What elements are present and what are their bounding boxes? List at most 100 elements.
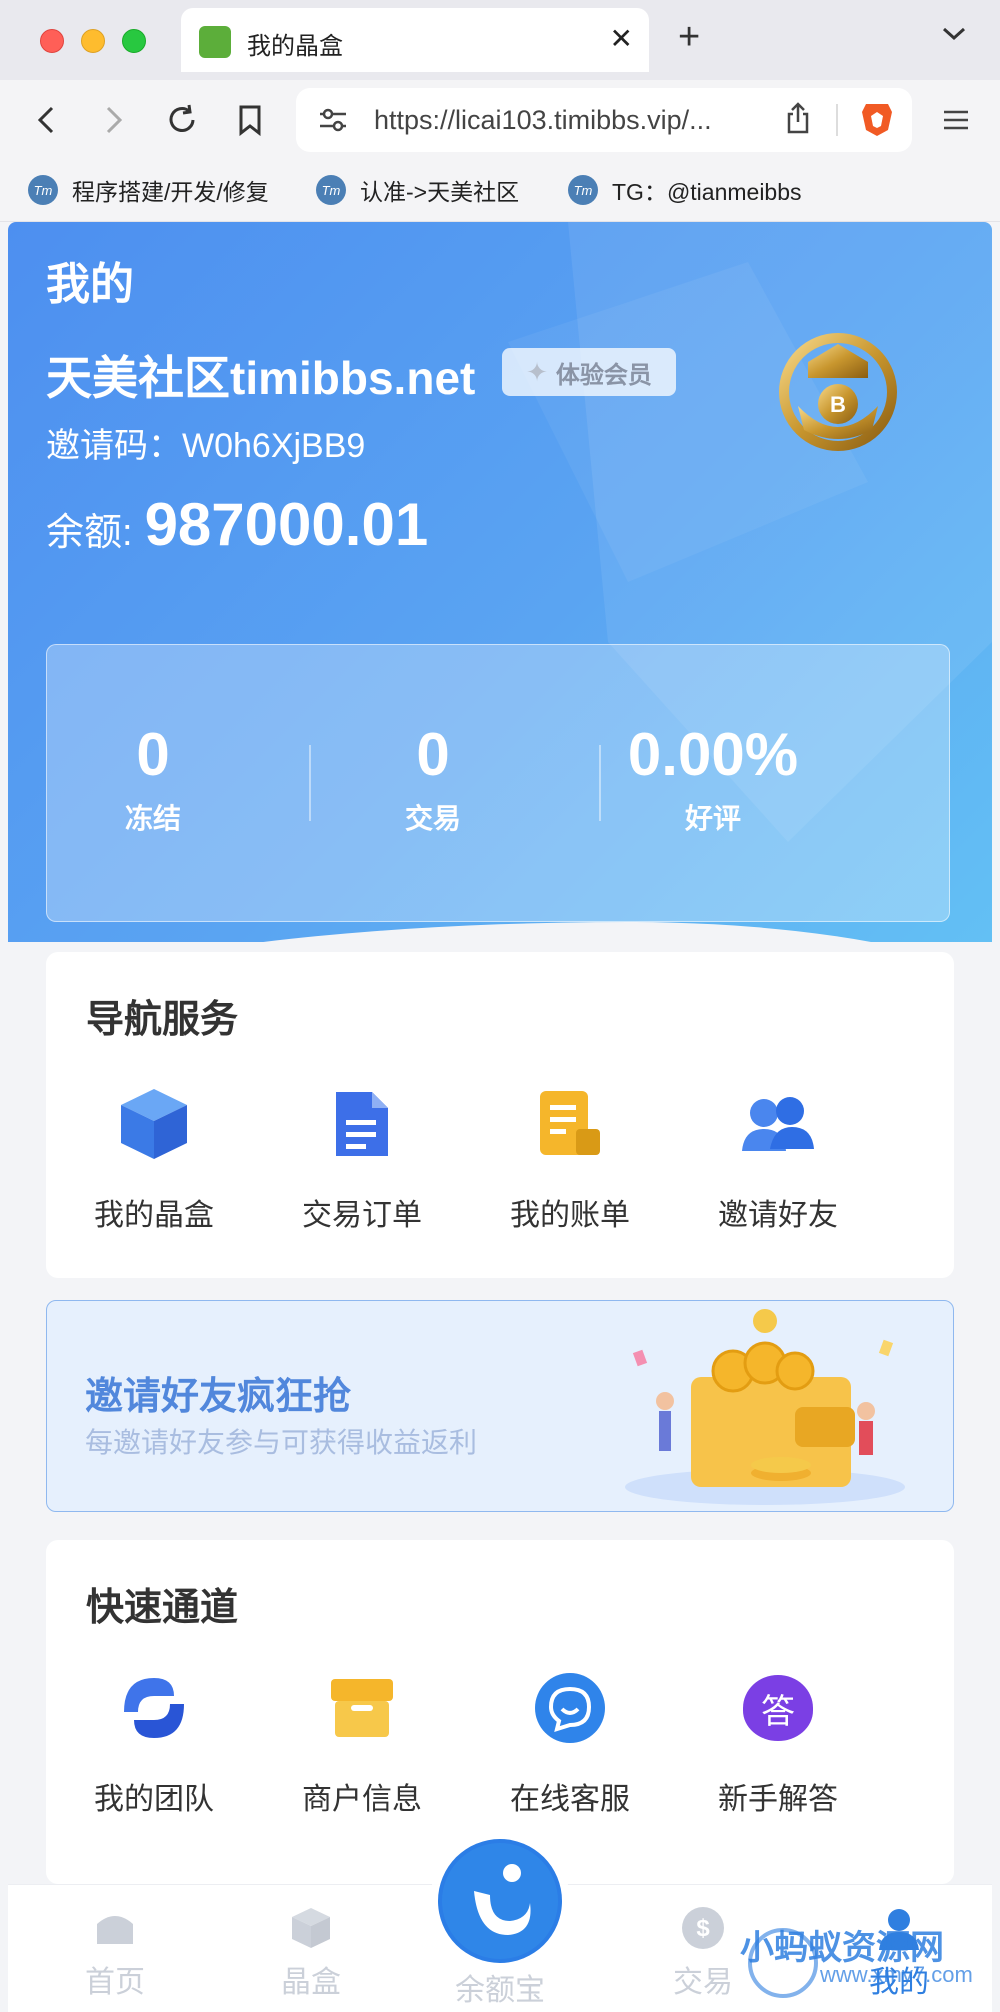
nav-item-label: 交易订单 <box>302 1199 422 1232</box>
nav-item-my-box[interactable]: 我的晶盒 <box>64 1084 244 1234</box>
site-settings-icon[interactable] <box>318 106 348 139</box>
svg-text:$: $ <box>696 1915 710 1942</box>
quick-item-beginner-faq[interactable]: 答 新手解答 <box>688 1668 868 1818</box>
zoom-window-button[interactable] <box>122 29 146 53</box>
site-favicon-icon <box>199 26 231 58</box>
stat-trades[interactable]: 0 交易 <box>293 723 573 837</box>
stats-panel: 0 冻结 0 交易 0.00% 好评 <box>46 644 950 922</box>
bookmark-item[interactable]: Tm 认准->天美社区 <box>316 172 519 208</box>
tab-box[interactable]: 晶盒 <box>236 1905 386 2001</box>
web-page: 我的 天美社区timibbs.net ✦ 体验会员 邀请码：W0h6XjBB9 … <box>8 222 992 2012</box>
document-icon <box>322 1084 402 1164</box>
bookmark-label: TG：@tianmeibbs <box>612 179 802 205</box>
stat-rating[interactable]: 0.00% 好评 <box>573 723 853 837</box>
nav-item-invite-friends[interactable]: 邀请好友 <box>688 1084 868 1234</box>
wallet-coins-illustration <box>625 1309 905 1505</box>
cube-icon <box>288 1905 334 1951</box>
bookmark-favicon-icon: Tm <box>568 175 598 205</box>
bookmark-item[interactable]: Tm TG：@tianmeibbs <box>568 172 802 208</box>
home-icon <box>92 1905 138 1951</box>
nav-services-card: 导航服务 我的晶盒 交易订单 我的账单 邀请好友 <box>46 952 954 1278</box>
nav-item-trade-orders[interactable]: 交易订单 <box>272 1084 452 1234</box>
section-title: 快速通道 <box>86 1587 239 1629</box>
section-title: 导航服务 <box>86 999 239 1041</box>
bookmark-item[interactable]: Tm 程序搭建/开发/修复 <box>28 172 269 208</box>
bookmark-label: 认准->天美社区 <box>360 179 520 205</box>
banner-title: 邀请好友疯狂抢 <box>85 1376 352 1418</box>
store-icon <box>322 1668 402 1748</box>
chat-icon <box>530 1668 610 1748</box>
bookmarks-bar: Tm 程序搭建/开发/修复 Tm 认准->天美社区 Tm TG：@tianmei… <box>0 162 1000 222</box>
dollar-coin-icon: $ <box>680 1905 726 1951</box>
quick-item-my-team[interactable]: 我的团队 <box>64 1668 244 1818</box>
team-icon <box>114 1668 194 1748</box>
reload-icon[interactable] <box>162 100 202 140</box>
stat-label: 好评 <box>684 803 741 834</box>
bitcoin-vip-badge-icon: B <box>779 333 897 451</box>
bookmark-favicon-icon: Tm <box>28 175 58 205</box>
answer-glyph: 答 <box>743 1675 813 1741</box>
tab-yuebao-button[interactable] <box>438 1839 562 1963</box>
answer-icon: 答 <box>738 1668 818 1748</box>
svg-text:B: B <box>830 392 846 417</box>
member-level-badge: ✦ 体验会员 <box>502 348 676 396</box>
browser-titlebar: 我的晶盒 ✕ + <box>0 0 1000 80</box>
username: 天美社区timibbs.net <box>46 352 476 404</box>
forward-arrow-icon[interactable] <box>94 100 134 140</box>
watermark-url: www.xmy7.com <box>820 1962 973 1987</box>
share-icon[interactable] <box>784 102 812 141</box>
quick-item-label: 新手解答 <box>718 1783 838 1816</box>
nav-item-my-bills[interactable]: 我的账单 <box>480 1084 660 1234</box>
url-text[interactable]: https://licai103.timibbs.vip/... <box>374 105 774 136</box>
stat-value: 0 <box>416 721 450 788</box>
cube-icon <box>114 1084 194 1164</box>
stat-label: 交易 <box>404 803 461 834</box>
brave-shield-icon[interactable] <box>860 100 894 143</box>
tab-title: 我的晶盒 <box>247 33 343 60</box>
new-tab-button[interactable]: + <box>678 16 700 59</box>
address-bar[interactable]: https://licai103.timibbs.vip/... <box>296 88 912 152</box>
stat-value: 0 <box>136 721 170 788</box>
close-window-button[interactable] <box>40 29 64 53</box>
sparkle-icon: ✦ <box>526 356 548 387</box>
stat-value: 0.00% <box>627 721 799 788</box>
banner-subtitle: 每邀请好友参与可获得收益返利 <box>85 1427 478 1458</box>
back-arrow-icon[interactable] <box>26 100 66 140</box>
balance-label: 余额: <box>46 512 133 554</box>
tab-home[interactable]: 首页 <box>40 1905 190 2001</box>
quick-item-label: 在线客服 <box>510 1783 630 1816</box>
bookmark-favicon-icon: Tm <box>316 175 346 205</box>
balance-value: 987000.01 <box>144 491 429 558</box>
invite-promo-banner[interactable]: 邀请好友疯狂抢 每邀请好友参与可获得收益返利 <box>46 1300 954 1512</box>
invite-code[interactable]: 邀请码：W0h6XjBB9 <box>46 418 365 467</box>
quick-item-online-support[interactable]: 在线客服 <box>480 1668 660 1818</box>
quick-item-label: 商户信息 <box>302 1783 422 1816</box>
bill-icon <box>530 1084 610 1164</box>
quick-channels-card: 快速通道 我的团队 商户信息 在线客服 答 新手解答 <box>46 1540 954 1884</box>
url-divider <box>836 104 838 136</box>
tab-label: 晶盒 <box>281 1966 341 1999</box>
quick-item-merchant-info[interactable]: 商户信息 <box>272 1668 452 1818</box>
tab-close-icon[interactable]: ✕ <box>610 22 633 55</box>
tab-list-chevron-icon[interactable] <box>940 24 968 49</box>
nav-item-label: 我的账单 <box>510 1199 630 1232</box>
tab-label: 首页 <box>85 1966 145 1999</box>
nav-item-label: 邀请好友 <box>718 1199 838 1232</box>
nav-item-label: 我的晶盒 <box>94 1199 214 1232</box>
stat-frozen[interactable]: 0 冻结 <box>13 723 293 837</box>
tab-label: 余额宝 <box>455 1974 545 2007</box>
browser-tab-active[interactable]: 我的晶盒 ✕ <box>181 8 649 72</box>
member-level-label: 体验会员 <box>555 361 652 389</box>
quick-item-label: 我的团队 <box>94 1783 214 1816</box>
page-title: 我的 <box>46 260 134 309</box>
profile-header: 我的 天美社区timibbs.net ✦ 体验会员 邀请码：W0h6XjBB9 … <box>8 222 992 942</box>
bookmark-label: 程序搭建/开发/修复 <box>72 179 269 205</box>
yuebao-logo-icon <box>442 1843 558 1959</box>
stat-label: 冻结 <box>124 803 181 834</box>
minimize-window-button[interactable] <box>81 29 105 53</box>
users-icon <box>738 1084 818 1164</box>
browser-navbar: https://licai103.timibbs.vip/... <box>0 80 1000 162</box>
menu-hamburger-icon[interactable] <box>936 100 976 140</box>
bookmark-icon[interactable] <box>230 100 270 140</box>
balance-row: 余额: 987000.01 <box>46 490 428 559</box>
